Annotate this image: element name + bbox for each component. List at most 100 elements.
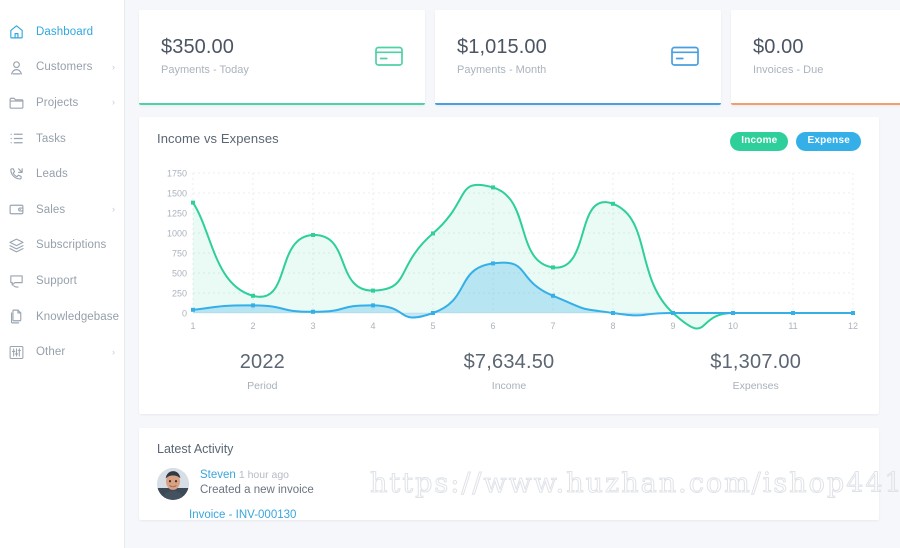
stat-card-value: $0.00 [753,36,804,58]
svg-text:1: 1 [190,321,195,331]
stat-cards: $350.00 Payments - Today $1,015.00 Payments… [139,10,900,105]
svg-text:500: 500 [172,269,187,279]
svg-text:9: 9 [670,321,675,331]
sidebar: Dashboard Customers › Projects › Tasks Leads Sa… [0,0,125,548]
stat-card: $350.00 Payments - Today [139,10,425,105]
svg-text:3: 3 [310,321,315,331]
stat-card-accent-bar [731,102,900,105]
summary-value: $7,634.50 [463,351,555,373]
income-expenses-chart: 025050075010001250150017501 2 3 4 5 6 7 8 9 10 11 1… [167,169,858,332]
folder-icon [6,93,26,113]
sidebar-item-projects[interactable]: Projects › [0,85,124,121]
chevron-right-icon: › [112,97,115,108]
sliders-icon [6,342,26,362]
summary-label: Period [247,380,278,392]
wallet-icon [6,200,26,220]
activity-meta: Steven 1 hour ago [200,469,314,481]
svg-text:11: 11 [788,321,797,331]
svg-text:4: 4 [370,321,375,331]
credit-card-icon [375,46,403,66]
legend-income-button[interactable]: Income [730,132,789,151]
chart-area: 0 250 500 750 1000 1250 1500 1750 1 2 3 4 5 6 7 8 9 10 11 1… [139,151,879,335]
chevron-right-icon: › [112,346,115,357]
sidebar-item-label: Projects [36,96,79,109]
svg-text:2: 2 [250,321,255,331]
sidebar-item-label: Customers [36,61,93,74]
activity-text: Steven 1 hour ago Created a new invoice [200,468,314,500]
activity-time: 1 hour ago [238,469,290,481]
sidebar-item-dashboard[interactable]: Dashboard [0,14,124,50]
activity-title: Latest Activity [157,442,234,456]
sidebar-item-subscriptions[interactable]: Subscriptions [0,228,124,264]
sidebar-item-label: Subscriptions [36,239,107,252]
svg-text:1500: 1500 [167,189,187,199]
sidebar-item-knowledgebase[interactable]: Knowledgebase [0,299,124,335]
svg-text:5: 5 [430,321,435,331]
svg-text:750: 750 [172,249,187,259]
sidebar-item-tasks[interactable]: Tasks [0,121,124,157]
sidebar-item-leads[interactable]: Leads [0,156,124,192]
svg-text:250: 250 [172,289,187,299]
stat-card-label: Invoices - Due [753,64,824,76]
summary-label: Expenses [732,380,779,392]
stat-card-label: Payments - Month [457,64,547,76]
sidebar-item-other[interactable]: Other › [0,334,124,370]
documents-icon [6,307,26,327]
latest-activity-panel: Latest Activity Steven 1 hour ago Create… [139,428,879,520]
sidebar-item-label: Leads [36,168,68,181]
svg-text:0: 0 [182,309,187,319]
chevron-right-icon: › [112,204,115,215]
svg-text:8: 8 [610,321,615,331]
stat-card-accent-bar [435,102,721,105]
chat-icon [6,271,26,291]
panel-header: Income vs Expenses Income Expense [139,117,879,151]
svg-text:6: 6 [490,321,495,331]
svg-text:10: 10 [728,321,738,331]
svg-text:7: 7 [550,321,555,331]
income-expenses-panel: Income vs Expenses Income Expense 0 250 500… [139,117,879,414]
summary-expenses: $1,307.00 Expenses [632,351,879,392]
stat-card: $1,015.00 Payments - Month [435,10,721,105]
sidebar-item-support[interactable]: Support [0,263,124,299]
stat-card-value: $1,015.00 [457,36,547,58]
sidebar-item-label: Sales [36,203,66,216]
user-icon [6,57,26,77]
summary-period: 2022 Period [139,351,386,392]
sidebar-item-label: Support [36,274,77,287]
stat-card-accent-bar [139,102,425,105]
summary-label: Income [491,380,527,392]
sidebar-item-label: Dashboard [36,25,94,38]
stat-card-label: Payments - Today [161,64,249,76]
activity-user[interactable]: Steven [200,469,236,481]
svg-text:12: 12 [848,321,858,331]
phone-icon [6,164,26,184]
app-root: Dashboard Customers › Projects › Tasks Leads Sa… [0,0,900,548]
layers-icon [6,235,26,255]
sidebar-item-label: Knowledgebase [36,310,120,323]
main-content: $350.00 Payments - Today $1,015.00 Payments… [125,0,900,548]
activity-item: Steven 1 hour ago Created a new invoice [157,468,861,500]
activity-invoice-link[interactable]: Invoice - INV-000130 [189,509,861,520]
stat-card: $0.00 Invoices - Due [731,10,900,105]
home-icon [6,22,26,42]
chart-legend: Income Expense [730,131,861,151]
summary-income: $7,634.50 Income [386,351,633,392]
panel-title: Income vs Expenses [157,131,279,146]
list-icon [6,129,26,149]
sidebar-item-label: Tasks [36,132,66,145]
chevron-right-icon: › [112,61,115,72]
activity-description: Created a new invoice [200,484,314,496]
avatar [157,468,189,500]
credit-card-icon [671,46,699,66]
summary-value: 2022 [239,351,285,373]
svg-text:1250: 1250 [167,209,187,219]
sidebar-item-sales[interactable]: Sales › [0,192,124,228]
sidebar-item-label: Other [36,346,66,359]
stat-card-value: $350.00 [161,36,234,58]
chart-summary: 2022 Period $7,634.50 Income $1,307.00 Expens… [139,335,879,414]
sidebar-item-customers[interactable]: Customers › [0,50,124,86]
svg-text:1000: 1000 [167,229,187,239]
legend-expense-button[interactable]: Expense [796,132,861,151]
summary-value: $1,307.00 [710,351,802,373]
svg-text:1750: 1750 [167,169,187,179]
